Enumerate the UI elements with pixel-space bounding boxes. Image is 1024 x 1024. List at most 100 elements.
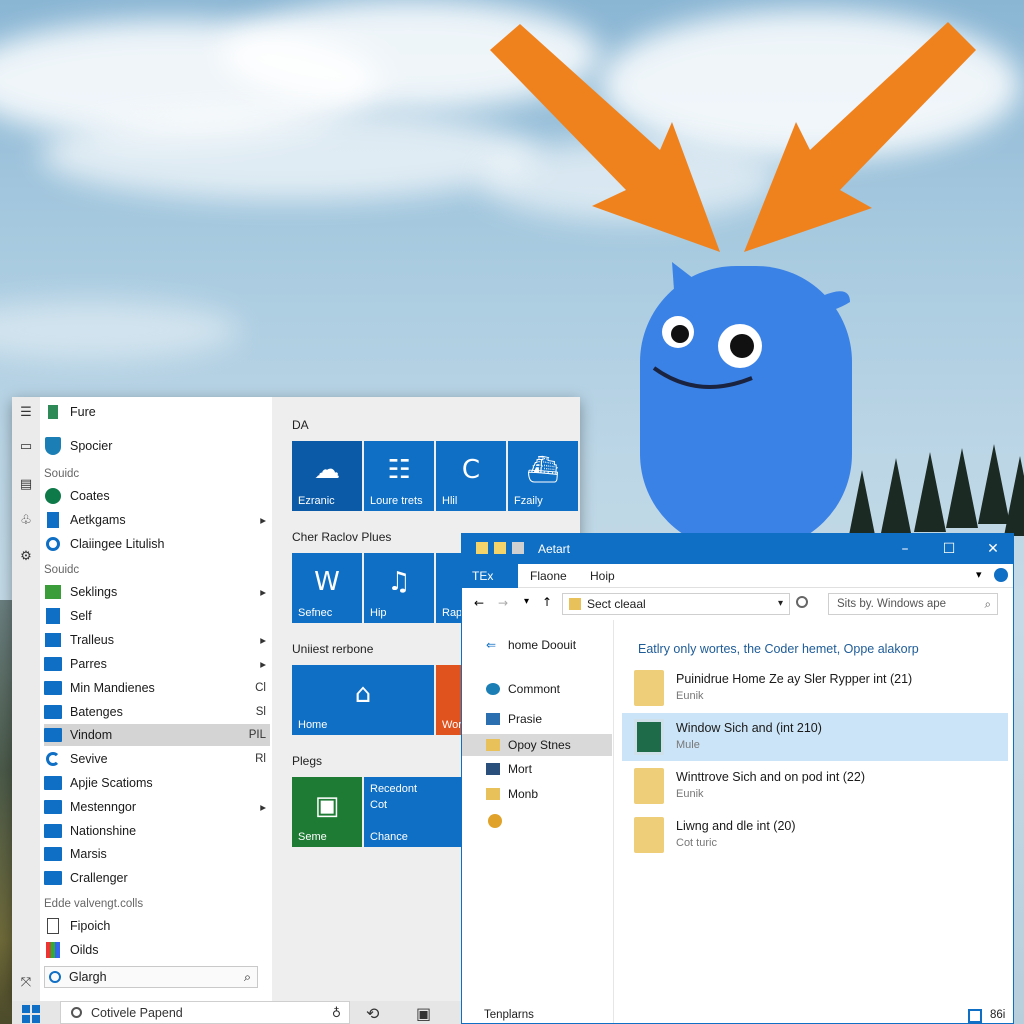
- tile-group-label: Uniiest rerbone: [292, 642, 374, 656]
- left-arrow-icon: [490, 24, 720, 252]
- folder-icon: [44, 774, 62, 792]
- search-glass-icon[interactable]: ⌕: [244, 969, 251, 985]
- file-explorer-window: Aetart – ☐ ✕ TEx Flaone Hoip ▾ ← → ▾ ↑ S…: [461, 533, 1014, 1024]
- maximize-icon[interactable]: ☐: [927, 534, 971, 564]
- file-item[interactable]: Winttrove Sich and on pod int (22) Eunik: [622, 762, 1008, 810]
- app-item[interactable]: Aetkgams ▸: [44, 509, 270, 531]
- app-icon[interactable]: ▣: [416, 1004, 431, 1023]
- tile[interactable]: ♫ Hip: [364, 553, 434, 623]
- folder-icon: [634, 670, 664, 706]
- address-bar[interactable]: Sect cleaal ▾: [562, 593, 790, 615]
- ship-icon: ⛴: [526, 455, 560, 485]
- file-item[interactable]: Liwng and dle int (20) Cot turic: [622, 811, 1008, 859]
- forward-arrow-icon[interactable]: →: [498, 596, 508, 610]
- explorer-titlebar[interactable]: Aetart – ☐ ✕: [462, 534, 1013, 564]
- word-icon: W: [314, 567, 340, 597]
- tile-group-label: Plegs: [292, 754, 323, 768]
- ribbon-tabs: TEx Flaone Hoip ▾: [462, 564, 1013, 588]
- settings-icon[interactable]: [488, 814, 502, 828]
- app-item[interactable]: Crallenger: [44, 867, 270, 889]
- folder-icon: [486, 788, 500, 800]
- expand-icon[interactable]: ⤧: [18, 975, 34, 991]
- explorer-search-input[interactable]: Sits by. Windows ape ⌕: [828, 593, 998, 615]
- app-list: Fure Spocier Souidc Coates Aetkgams ▸ Cl…: [40, 397, 272, 1001]
- chevron-down-icon[interactable]: ▾: [778, 594, 783, 614]
- tile[interactable]: ⛴ Fzaily: [508, 441, 578, 511]
- file-item[interactable]: Puinidrue Home Ze ay Sler Rypper int (21…: [622, 664, 1008, 712]
- help-icon[interactable]: [994, 568, 1008, 582]
- close-icon[interactable]: ✕: [971, 534, 1013, 564]
- search-icon: [49, 971, 61, 983]
- folder-icon: [44, 679, 62, 697]
- start-search-input[interactable]: Glargh ⌕: [44, 966, 258, 988]
- tile[interactable]: ☷ Loure trets: [364, 441, 434, 511]
- app-item-selected[interactable]: Vindom PIL: [44, 724, 270, 746]
- app-item[interactable]: Sevive Rl: [44, 748, 270, 770]
- window-title: Aetart: [538, 542, 571, 556]
- tablet-icon[interactable]: ▭: [18, 439, 34, 455]
- app-item[interactable]: Coates: [44, 485, 270, 507]
- chevron-down-icon[interactable]: ▾: [976, 568, 982, 581]
- app-item[interactable]: Tralleus ▸: [44, 629, 270, 651]
- c-logo-icon: C: [461, 455, 481, 485]
- tile[interactable]: W Sefnec: [292, 553, 362, 623]
- folder-icon: [44, 845, 62, 863]
- app-item[interactable]: Oilds: [44, 939, 270, 961]
- microphone-icon[interactable]: ♁: [332, 1002, 341, 1024]
- tile[interactable]: ⌂ Home: [292, 665, 434, 735]
- app-item[interactable]: Marsis: [44, 843, 270, 865]
- tab-home[interactable]: Flaone: [520, 564, 577, 588]
- app-item[interactable]: Apjie Scatioms: [44, 772, 270, 794]
- document-icon: [44, 917, 62, 935]
- tile[interactable]: ☁ Ezranic: [292, 441, 362, 511]
- tile[interactable]: ▣ Seme: [292, 777, 362, 847]
- refresh-icon: [44, 750, 62, 768]
- document-icon[interactable]: ▤: [18, 477, 34, 493]
- search-icon: [44, 535, 62, 553]
- app-item[interactable]: Batenges Sl: [44, 701, 270, 723]
- chevron-down-icon[interactable]: ▾: [524, 596, 529, 607]
- hamburger-menu-icon[interactable]: ☰: [18, 405, 34, 421]
- app-item[interactable]: Nationshine: [44, 820, 270, 842]
- minimize-icon[interactable]: –: [883, 534, 927, 564]
- folder-icon: [634, 768, 664, 804]
- app-item[interactable]: Fipoich: [44, 915, 270, 937]
- back-arrow-icon[interactable]: ←: [474, 596, 484, 610]
- app-item[interactable]: Spocier: [44, 435, 270, 457]
- tile[interactable]: C Hlil: [436, 441, 506, 511]
- app-item[interactable]: Fure: [44, 401, 270, 423]
- app-item[interactable]: Claiingee Litulish: [44, 533, 270, 555]
- section-header: Souidc: [44, 468, 80, 480]
- status-count: 86i: [990, 1009, 1006, 1021]
- nav-item[interactable]: ⇐ home Doouit: [462, 634, 612, 656]
- task-view-icon[interactable]: ⟲: [366, 1004, 379, 1023]
- nav-item-selected[interactable]: Opoy Stnes: [462, 734, 612, 756]
- section-header: Edde valvengt.colls: [44, 898, 144, 910]
- gear-icon[interactable]: ⚙: [18, 549, 34, 565]
- taskbar-search-input[interactable]: Cotivele Papend ♁: [60, 1001, 350, 1024]
- grid-view-icon[interactable]: [968, 1009, 982, 1023]
- shield-icon: [44, 437, 62, 455]
- quick-access-icons[interactable]: [476, 542, 530, 556]
- refresh-icon[interactable]: [796, 596, 808, 608]
- app-item[interactable]: Min Mandienes Cl: [44, 677, 270, 699]
- folder-icon: [44, 822, 62, 840]
- tab-file[interactable]: TEx: [462, 564, 518, 588]
- windows-start-icon[interactable]: [22, 1005, 40, 1023]
- status-text: Tenplarns: [484, 1009, 534, 1021]
- tab-share[interactable]: Hoip: [580, 564, 625, 588]
- chevron-right-icon: ▸: [260, 802, 266, 814]
- nav-item[interactable]: Monb: [462, 783, 612, 805]
- app-item[interactable]: Parres ▸: [44, 653, 270, 675]
- app-item[interactable]: Self: [44, 605, 270, 627]
- app-item[interactable]: Mestenngor ▸: [44, 796, 270, 818]
- nav-item[interactable]: Mort: [462, 758, 612, 780]
- file-item-selected[interactable]: Window Sich and (int 210) Mule: [622, 713, 1008, 761]
- up-arrow-icon[interactable]: ↑: [542, 595, 552, 609]
- network-icon[interactable]: ♧: [18, 513, 34, 529]
- app-item[interactable]: Seklings ▸: [44, 581, 270, 603]
- paint-icon: [44, 941, 62, 959]
- nav-item[interactable]: Commont: [462, 678, 612, 700]
- section-header: Souidc: [44, 564, 80, 576]
- nav-item[interactable]: Prasie: [462, 708, 612, 730]
